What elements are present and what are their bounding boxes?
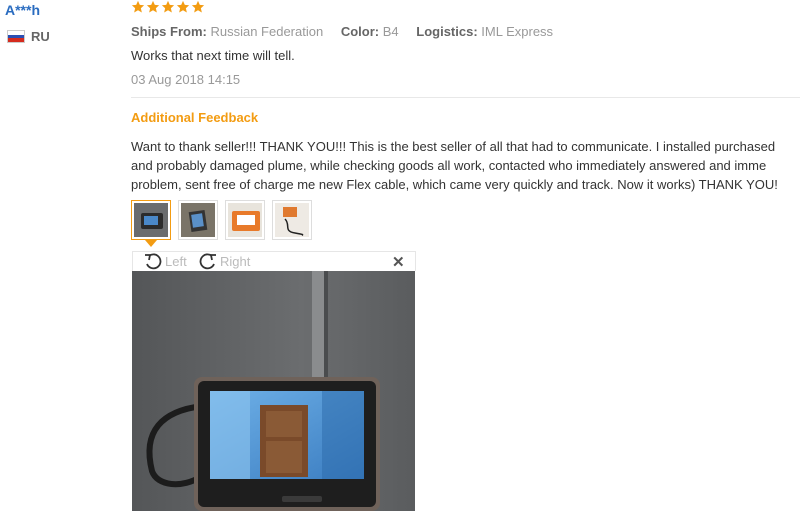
star-rating bbox=[131, 0, 205, 14]
additional-feedback-text: Want to thank seller!!! THANK YOU!!! Thi… bbox=[131, 137, 800, 194]
ships-from-value: Russian Federation bbox=[210, 24, 324, 39]
ships-from-label: Ships From: bbox=[131, 24, 207, 39]
star-icon bbox=[176, 0, 190, 13]
star-icon bbox=[161, 0, 175, 13]
review-photo[interactable] bbox=[132, 271, 415, 511]
rotate-right-icon bbox=[199, 253, 216, 270]
color-value: B4 bbox=[382, 24, 399, 39]
rotate-right-label: Right bbox=[220, 253, 251, 269]
thumbnail-image bbox=[275, 203, 309, 237]
rotate-right-button[interactable]: Right bbox=[198, 252, 250, 270]
photo-thumbnail-2[interactable] bbox=[178, 200, 218, 240]
divider bbox=[131, 97, 800, 98]
additional-feedback-title: Additional Feedback bbox=[131, 110, 259, 125]
photo-thumbnail-3[interactable] bbox=[225, 200, 265, 240]
feedback-line: and probably damaged plume, while checki… bbox=[131, 158, 767, 173]
thumbnail-image bbox=[181, 203, 215, 237]
logistics-value: IML Express bbox=[481, 24, 554, 39]
feedback-line: problem, sent free of charge me new Flex… bbox=[131, 177, 778, 192]
selected-thumbnail-pointer bbox=[145, 240, 157, 247]
reviewer-name[interactable]: A***h bbox=[5, 2, 40, 18]
thumbnail-image bbox=[134, 203, 168, 237]
thumbnail-image bbox=[228, 203, 262, 237]
rotate-left-icon bbox=[145, 253, 162, 270]
review-date: 03 Aug 2018 14:15 bbox=[131, 72, 241, 87]
color-label: Color: bbox=[340, 24, 380, 39]
review-text: Works that next time will tell. bbox=[131, 48, 295, 63]
rotate-left-button[interactable]: Left bbox=[143, 252, 187, 270]
country-code: RU bbox=[31, 29, 50, 44]
star-icon bbox=[191, 0, 205, 13]
photo-thumbnail-1[interactable] bbox=[131, 200, 171, 240]
close-icon[interactable]: ✕ bbox=[392, 253, 405, 271]
photo-thumbnails bbox=[131, 200, 312, 240]
reviewer-country: RU bbox=[7, 29, 50, 44]
review-photo-image bbox=[132, 271, 415, 511]
russia-flag-icon bbox=[7, 30, 25, 43]
star-icon bbox=[131, 0, 145, 13]
feedback-line: Want to thank seller!!! THANK YOU!!! Thi… bbox=[131, 139, 776, 154]
rotate-left-label: Left bbox=[165, 253, 187, 269]
logistics-label: Logistics: bbox=[416, 24, 478, 39]
star-icon bbox=[146, 0, 160, 13]
photo-thumbnail-4[interactable] bbox=[272, 200, 312, 240]
order-meta: Ships From: Russian Federation Color: B4… bbox=[131, 24, 553, 39]
